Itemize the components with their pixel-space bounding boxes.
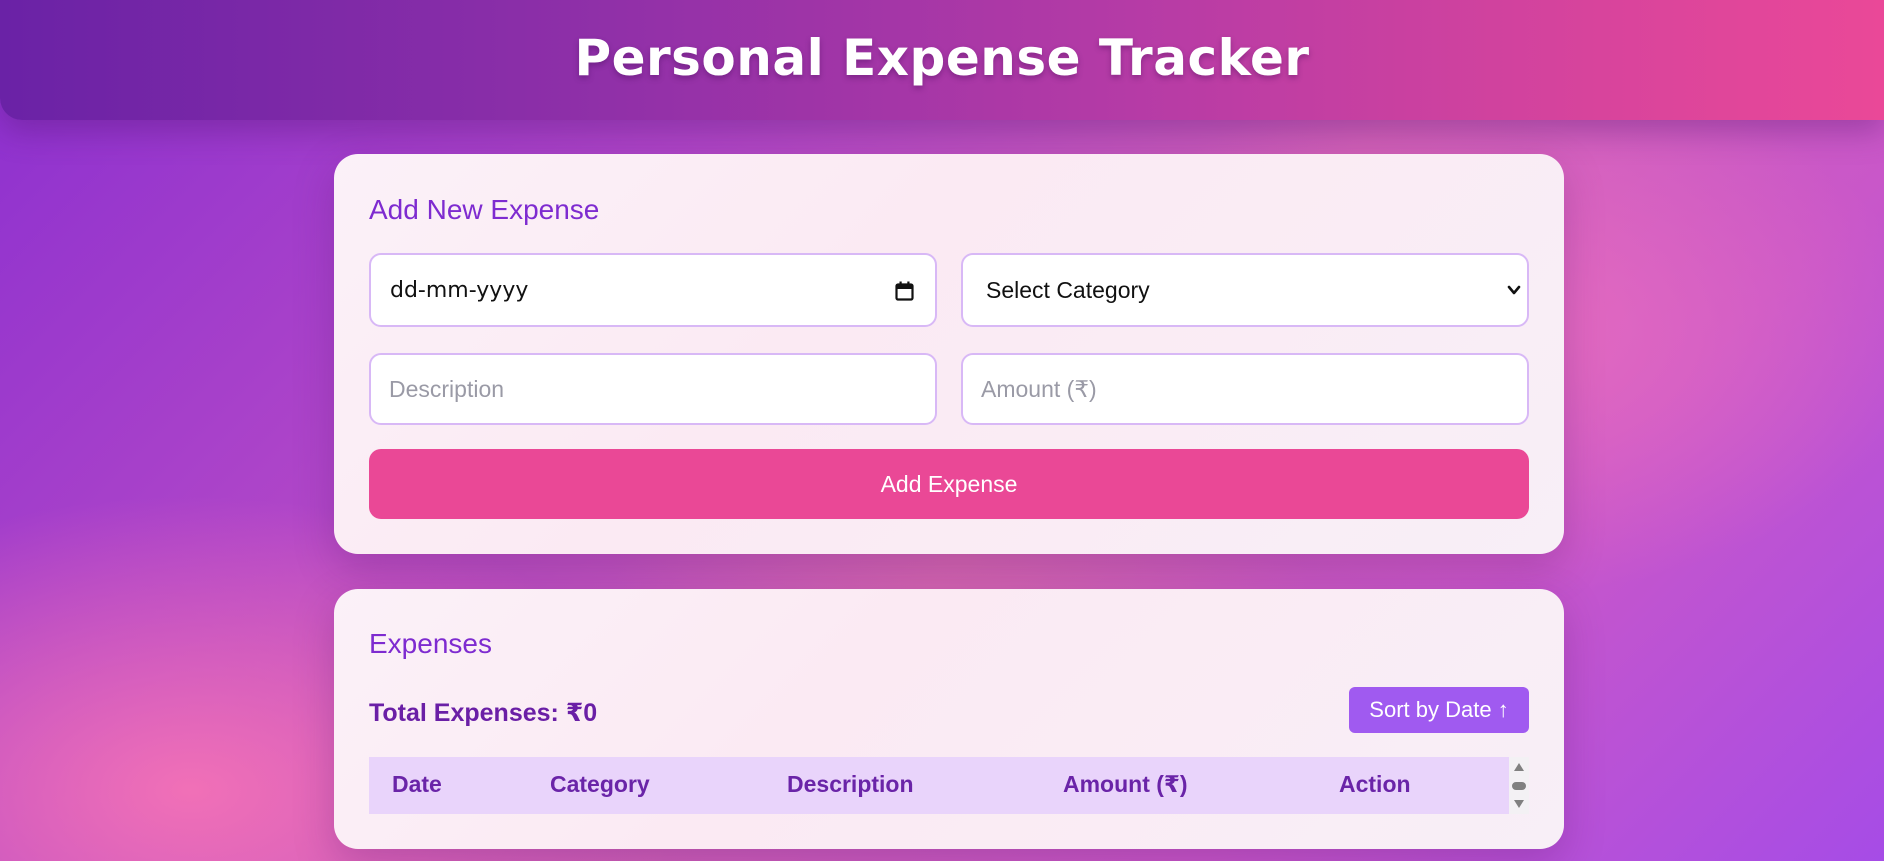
scrollbar-thumb[interactable]	[1512, 782, 1526, 790]
add-expense-card: Add New Expense dd-mm-yyyy Select Catego…	[334, 154, 1564, 554]
add-expense-heading: Add New Expense	[369, 194, 600, 225]
category-select-value: Select Category	[986, 276, 1150, 303]
calendar-icon[interactable]	[895, 281, 914, 301]
page-title: Personal Expense Tracker	[574, 29, 1310, 87]
table-header-row: Date Category Description Amount (₹) Act…	[369, 757, 1509, 814]
amount-input[interactable]	[963, 355, 1527, 423]
column-header-category[interactable]: Category	[550, 771, 650, 798]
description-field	[369, 353, 937, 425]
column-header-amount[interactable]: Amount (₹)	[1063, 771, 1188, 798]
scroll-up-arrow-icon[interactable]	[1513, 762, 1525, 772]
expenses-heading: Expenses	[369, 628, 492, 659]
column-header-date[interactable]: Date	[392, 771, 442, 798]
total-expenses: Total Expenses: ₹0	[369, 699, 598, 727]
add-expense-button[interactable]: Add Expense	[369, 449, 1529, 519]
table-scrollbar[interactable]	[1509, 757, 1529, 814]
amount-field	[961, 353, 1529, 425]
chevron-down-icon	[1507, 285, 1521, 295]
expenses-card: Expenses Total Expenses: ₹0 Sort by Date…	[334, 589, 1564, 849]
date-field-placeholder: dd-mm-yyyy	[390, 277, 529, 303]
scroll-down-arrow-icon[interactable]	[1513, 799, 1525, 809]
column-header-action[interactable]: Action	[1339, 771, 1411, 798]
app-header: Personal Expense Tracker	[0, 0, 1884, 120]
sort-by-date-button[interactable]: Sort by Date ↑	[1349, 687, 1529, 733]
category-select[interactable]: Select Category	[961, 253, 1529, 327]
description-input[interactable]	[371, 355, 935, 423]
date-field[interactable]: dd-mm-yyyy	[369, 253, 937, 327]
column-header-description[interactable]: Description	[787, 771, 914, 798]
